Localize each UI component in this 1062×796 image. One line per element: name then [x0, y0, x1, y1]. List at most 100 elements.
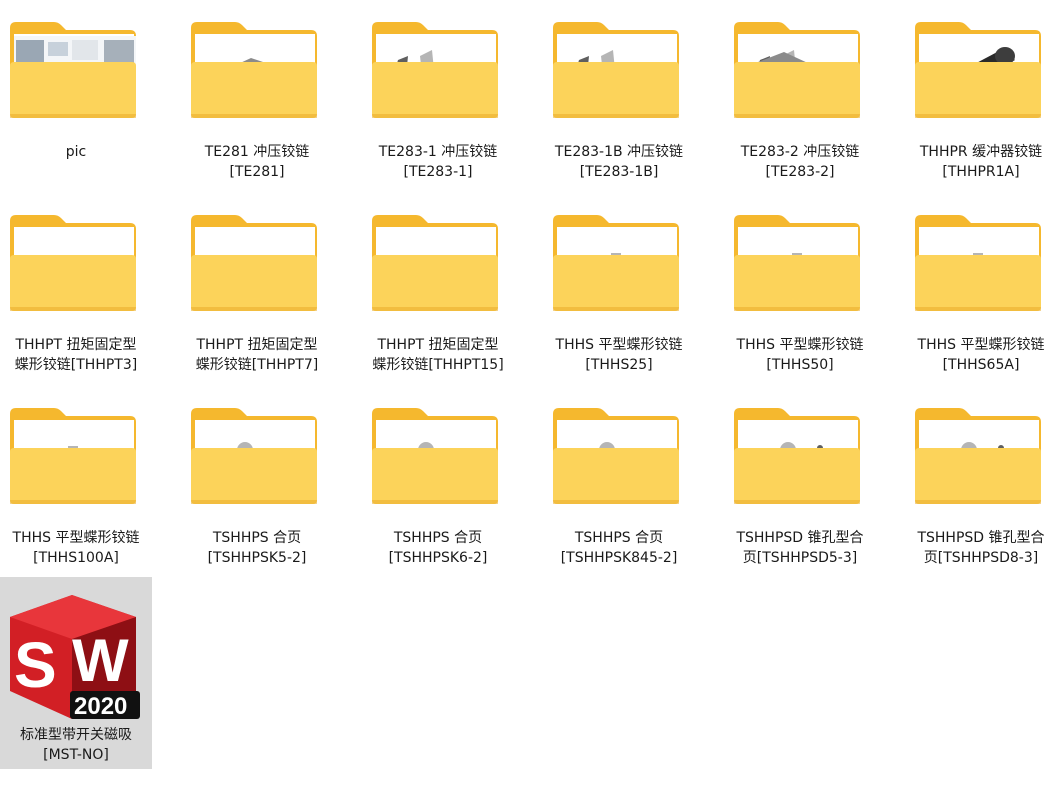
folder-icon [372, 215, 498, 311]
folder-label: THHPT 扭矩固定型 蝶形铰链[THHPT3] [0, 335, 152, 375]
folder-item[interactable]: THHPT 扭矩固定型 蝶形铰链[THHPT15] [362, 203, 514, 393]
folder-icon [915, 22, 1041, 118]
folder-thumbnail [543, 396, 695, 516]
folder-label-line: [THHS100A] [33, 550, 119, 566]
folder-label-line: [TE283-2] [765, 164, 835, 180]
folder-icon [553, 408, 679, 504]
folder-label: THHPT 扭矩固定型 蝶形铰链[THHPT15] [362, 335, 514, 375]
folder-item[interactable]: pic [0, 10, 152, 200]
folder-label-line: TE283-1B 冲压铰链 [554, 144, 684, 160]
file-label: 标准型带开关磁吸 [MST-NO] [0, 725, 152, 765]
folder-thumbnail [543, 203, 695, 323]
folder-label-line: 蝶形铰链[THHPT7] [195, 357, 319, 373]
folder-label-line: THHS 平型蝶形铰链 [12, 530, 140, 546]
folder-item[interactable]: TE283-1 冲压铰链 [TE283-1] [362, 10, 514, 200]
folder-thumbnail [181, 396, 333, 516]
folder-label: THHS 平型蝶形铰链 [THHS100A] [0, 528, 152, 568]
file-grid: pic TE281 冲压铰链 [TE281] TE283-1 冲压铰链 [TE283-1… [0, 0, 1062, 796]
folder-label-line: THHS 平型蝶形铰链 [917, 337, 1045, 353]
folder-item[interactable]: THHS 平型蝶形铰链 [THHS65A] [905, 203, 1057, 393]
folder-label-line: TSHHPSD 锥孔型合 [917, 530, 1045, 546]
folder-thumbnail [724, 396, 876, 516]
folder-label-line: [TE281] [229, 164, 285, 180]
folder-icon [10, 408, 136, 504]
folder-thumbnail [724, 203, 876, 323]
folder-label: TE283-2 冲压铰链 [TE283-2] [724, 142, 876, 182]
folder-label: TSHHPS 合页 [TSHHPSK6-2] [362, 528, 514, 568]
folder-thumbnail [362, 10, 514, 130]
folder-item[interactable]: TSHHPSD 锥孔型合 页[TSHHPSD8-3] [905, 396, 1057, 586]
folder-item[interactable]: TSHHPSD 锥孔型合 页[TSHHPSD5-3] [724, 396, 876, 586]
folder-thumbnail [0, 396, 152, 516]
folder-item[interactable]: TSHHPS 合页 [TSHHPSK845-2] [543, 396, 695, 586]
folder-label-line: TE281 冲压铰链 [204, 144, 310, 160]
folder-label: TE283-1 冲压铰链 [TE283-1] [362, 142, 514, 182]
folder-icon [372, 22, 498, 118]
folder-item[interactable]: TE281 冲压铰链 [TE281] [181, 10, 333, 200]
folder-label-line: [TSHHPSK5-2] [207, 550, 307, 566]
solidworks-2020-icon: S W2020 [10, 595, 140, 720]
folder-item[interactable]: TE283-1B 冲压铰链 [TE283-1B] [543, 10, 695, 200]
folder-label: THHPR 缓冲器铰链 [THHPR1A] [905, 142, 1057, 182]
folder-thumbnail [362, 396, 514, 516]
folder-label-line: [THHS25] [585, 357, 653, 373]
folder-label-line: [TE283-1B] [579, 164, 659, 180]
sw-letter-w: W [72, 627, 129, 694]
folder-label-line: 蝶形铰链[THHPT15] [372, 357, 504, 373]
folder-item[interactable]: THHPT 扭矩固定型 蝶形铰链[THHPT3] [0, 203, 152, 393]
folder-label-line: [TSHHPSK6-2] [388, 550, 488, 566]
folder-label-line: TE283-2 冲压铰链 [740, 144, 860, 160]
folder-icon [734, 215, 860, 311]
folder-item[interactable]: THHPT 扭矩固定型 蝶形铰链[THHPT7] [181, 203, 333, 393]
folder-item[interactable]: THHPR 缓冲器铰链 [THHPR1A] [905, 10, 1057, 200]
folder-thumbnail [0, 10, 152, 130]
folder-label-line: [THHS65A] [942, 357, 1020, 373]
folder-label-line: TSHHPS 合页 [212, 530, 302, 546]
file-item-selected[interactable]: S W 2020 标准型带开关磁吸 [MST-NO] [0, 577, 152, 769]
folder-label-line: [TSHHPSK845-2] [560, 550, 678, 566]
folder-icon [915, 215, 1041, 311]
folder-icon [10, 22, 136, 118]
folder-label-line: THHPT 扭矩固定型 [15, 337, 137, 353]
folder-label-line: TE283-1 冲压铰链 [378, 144, 498, 160]
folder-icon [915, 408, 1041, 504]
folder-label-line: [TE283-1] [403, 164, 473, 180]
folder-thumbnail [362, 203, 514, 323]
folder-item[interactable]: TSHHPS 合页 [TSHHPSK6-2] [362, 396, 514, 586]
folder-label-line: [THHS50] [766, 357, 834, 373]
folder-item[interactable]: TSHHPS 合页 [TSHHPSK5-2] [181, 396, 333, 586]
folder-icon [10, 215, 136, 311]
folder-thumbnail [724, 10, 876, 130]
folder-thumbnail [905, 396, 1057, 516]
folder-item[interactable]: THHS 平型蝶形铰链 [THHS50] [724, 203, 876, 393]
folder-label-line: TSHHPS 合页 [393, 530, 483, 546]
folder-label-line: THHPR 缓冲器铰链 [919, 144, 1043, 160]
folder-label-line: THHPT 扭矩固定型 [196, 337, 318, 353]
folder-thumbnail [905, 10, 1057, 130]
folder-icon [734, 408, 860, 504]
folder-icon [191, 22, 317, 118]
folder-label-line: THHS 平型蝶形铰链 [555, 337, 683, 353]
folder-icon [191, 215, 317, 311]
folder-label-line: 蝶形铰链[THHPT3] [14, 357, 138, 373]
folder-label: THHPT 扭矩固定型 蝶形铰链[THHPT7] [181, 335, 333, 375]
folder-label: THHS 平型蝶形铰链 [THHS50] [724, 335, 876, 375]
folder-label-line: [THHPR1A] [942, 164, 1020, 180]
folder-item[interactable]: TE283-2 冲压铰链 [TE283-2] [724, 10, 876, 200]
folder-item[interactable]: THHS 平型蝶形铰链 [THHS25] [543, 203, 695, 393]
folder-thumbnail [905, 203, 1057, 323]
folder-label: TSHHPS 合页 [TSHHPSK5-2] [181, 528, 333, 568]
folder-label-line: pic [65, 144, 87, 160]
folder-label: TE283-1B 冲压铰链 [TE283-1B] [543, 142, 695, 182]
folder-label-line: TSHHPS 合页 [574, 530, 664, 546]
sw-letter-s: S [14, 629, 57, 701]
folder-label: TE281 冲压铰链 [TE281] [181, 142, 333, 182]
folder-label: TSHHPSD 锥孔型合 页[TSHHPSD5-3] [724, 528, 876, 568]
file-label-line: [MST-NO] [43, 747, 109, 763]
folder-icon [372, 408, 498, 504]
folder-label-line: TSHHPSD 锥孔型合 [736, 530, 864, 546]
folder-label-line: 页[TSHHPSD8-3] [923, 550, 1039, 566]
folder-item[interactable]: THHS 平型蝶形铰链 [THHS100A] [0, 396, 152, 586]
file-label-line: 标准型带开关磁吸 [20, 727, 132, 743]
sw-year-badge: 2020 [74, 693, 127, 720]
